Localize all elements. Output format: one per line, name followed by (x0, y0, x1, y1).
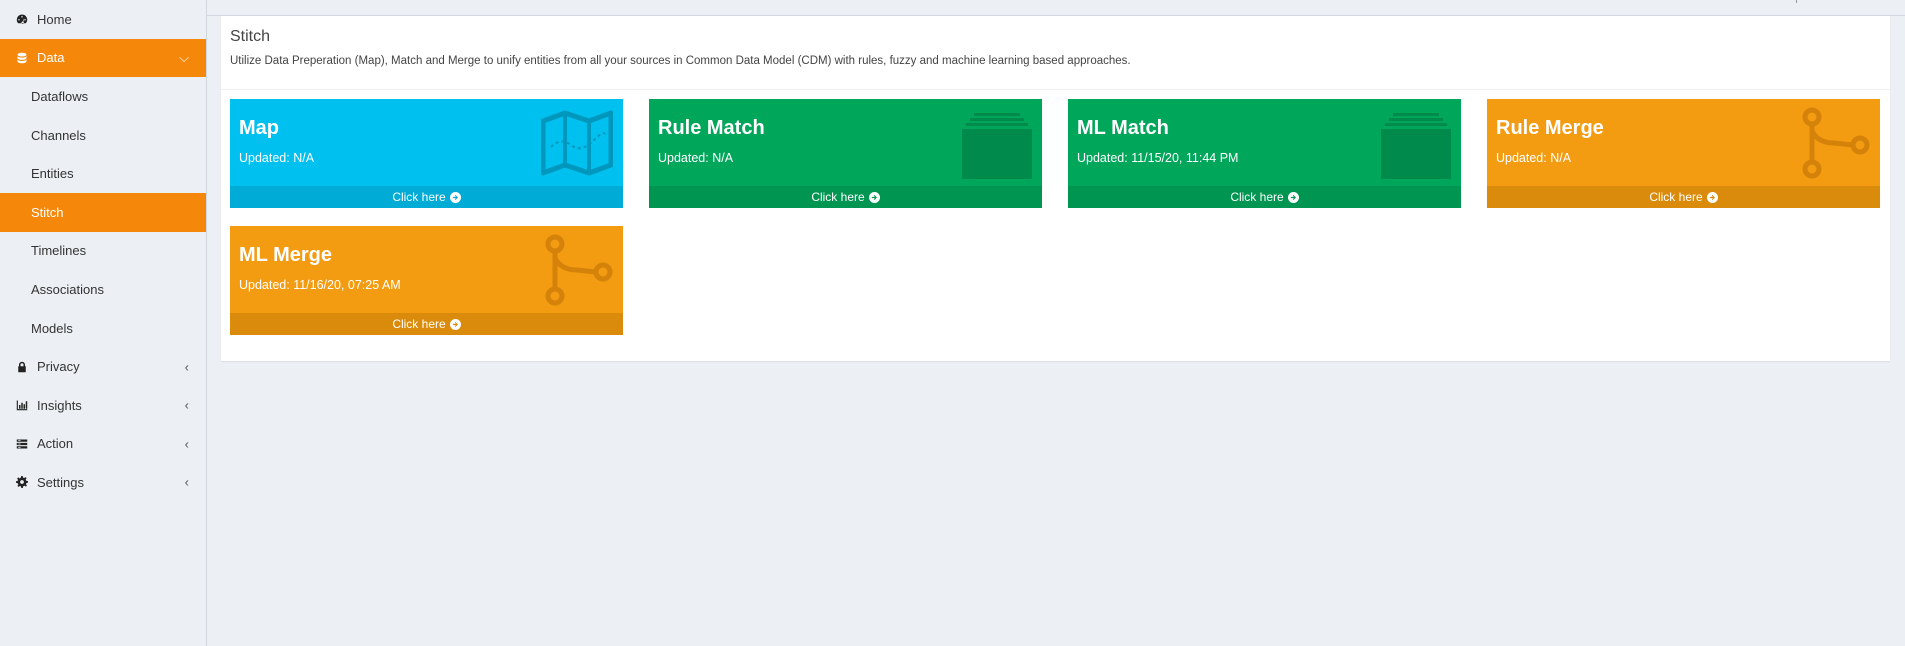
sidebar-item-label: Data (37, 50, 65, 66)
sidebar-item-settings[interactable]: Settings ‹ (0, 463, 206, 502)
tile-click-link[interactable]: Click here (1487, 186, 1880, 208)
merge-icon (1802, 107, 1870, 179)
page-title: Stitch (230, 28, 271, 45)
tile-link-label: Click here (1649, 190, 1703, 204)
top-bar (207, 0, 1905, 16)
sidebar-item-action[interactable]: Action ‹ (0, 425, 206, 464)
sidebar-subitem-dataflows[interactable]: Dataflows (0, 77, 206, 116)
tile-link-label: Click here (392, 190, 446, 204)
chevron-left-icon: ‹ (184, 436, 189, 452)
layers-icon (1381, 113, 1451, 179)
tile-click-link[interactable]: Click here (649, 186, 1042, 208)
chevron-left-icon: ‹ (184, 474, 189, 490)
page-description: Utilize Data Preperation (Map), Match an… (230, 55, 1131, 67)
chevron-left-icon: ‹ (184, 397, 189, 413)
arrow-circle-right-icon (1287, 191, 1299, 203)
tile-click-link[interactable]: Click here (230, 313, 623, 335)
layers-icon (962, 113, 1032, 179)
sidebar: Home Data ⌵ Dataflows Channels Entities … (0, 0, 207, 646)
arrow-circle-right-icon (449, 318, 461, 330)
sidebar-item-data[interactable]: Data ⌵ (0, 38, 206, 78)
sidebar-item-label: Privacy (37, 359, 80, 375)
bar-chart-icon (15, 398, 29, 412)
dashboard-icon (15, 12, 29, 26)
sidebar-item-privacy[interactable]: Privacy ‹ (0, 347, 206, 386)
tile-map: Map Updated: N/A Click here (230, 99, 623, 208)
database-icon (15, 51, 29, 65)
tile-link-label: Click here (1230, 190, 1284, 204)
tile-title: Map (239, 117, 279, 139)
tile-rule-match: Rule Match Updated: N/A Click here (649, 99, 1042, 208)
sidebar-subitem-models[interactable]: Models (0, 309, 206, 348)
tile-click-link[interactable]: Click here (230, 186, 623, 208)
sidebar-item-label: Settings (37, 474, 84, 490)
sidebar-item-label: Action (37, 436, 74, 452)
list-icon (15, 437, 29, 451)
tile-updated: Updated: N/A (1496, 151, 1572, 165)
tile-rule-merge: Rule Merge Updated: N/A Click here (1487, 99, 1880, 208)
chevron-left-icon: ‹ (184, 359, 189, 375)
tile-updated: Updated: N/A (239, 151, 315, 165)
map-icon (541, 110, 613, 176)
sidebar-subitem-associations[interactable]: Associations (0, 270, 206, 309)
arrow-circle-right-icon (868, 191, 880, 203)
tile-click-link[interactable]: Click here (1068, 186, 1461, 208)
tile-title: Rule Match (658, 117, 765, 139)
tile-title: ML Match (1077, 117, 1169, 139)
sidebar-subitem-entities[interactable]: Entities (0, 154, 206, 193)
tile-updated: Updated: 11/15/20, 11:44 PM (1077, 151, 1239, 165)
tile-updated: Updated: 11/16/20, 07:25 AM (239, 278, 401, 292)
tile-ml-match: ML Match Updated: 11/15/20, 11:44 PM Cli… (1068, 99, 1461, 208)
arrow-circle-right-icon (449, 191, 461, 203)
tile-ml-merge: ML Merge Updated: 11/16/20, 07:25 AM Cli… (230, 226, 623, 335)
sidebar-subitem-channels[interactable]: Channels (0, 116, 206, 155)
arrow-circle-right-icon (1706, 191, 1718, 203)
sidebar-item-home[interactable]: Home (0, 0, 206, 39)
sidebar-item-label: Home (37, 11, 72, 27)
tile-link-label: Click here (392, 317, 446, 331)
panel-header: Stitch Utilize Data Preperation (Map), M… (221, 16, 1890, 90)
sidebar-item-label: Insights (37, 397, 82, 413)
lock-icon (15, 360, 29, 374)
tile-updated: Updated: N/A (658, 151, 734, 165)
stitch-panel: Stitch Utilize Data Preperation (Map), M… (221, 15, 1890, 361)
sidebar-item-insights[interactable]: Insights ‹ (0, 386, 206, 425)
tile-link-label: Click here (811, 190, 865, 204)
gear-icon (15, 475, 29, 489)
sidebar-subitem-timelines[interactable]: Timelines (0, 232, 206, 271)
top-bar-tick (1796, 0, 1797, 3)
tile-title: ML Merge (239, 244, 332, 266)
merge-icon (545, 234, 613, 306)
sidebar-subitem-stitch[interactable]: Stitch (0, 192, 206, 232)
chevron-down-icon: ⌵ (179, 49, 189, 65)
tile-title: Rule Merge (1496, 117, 1604, 139)
